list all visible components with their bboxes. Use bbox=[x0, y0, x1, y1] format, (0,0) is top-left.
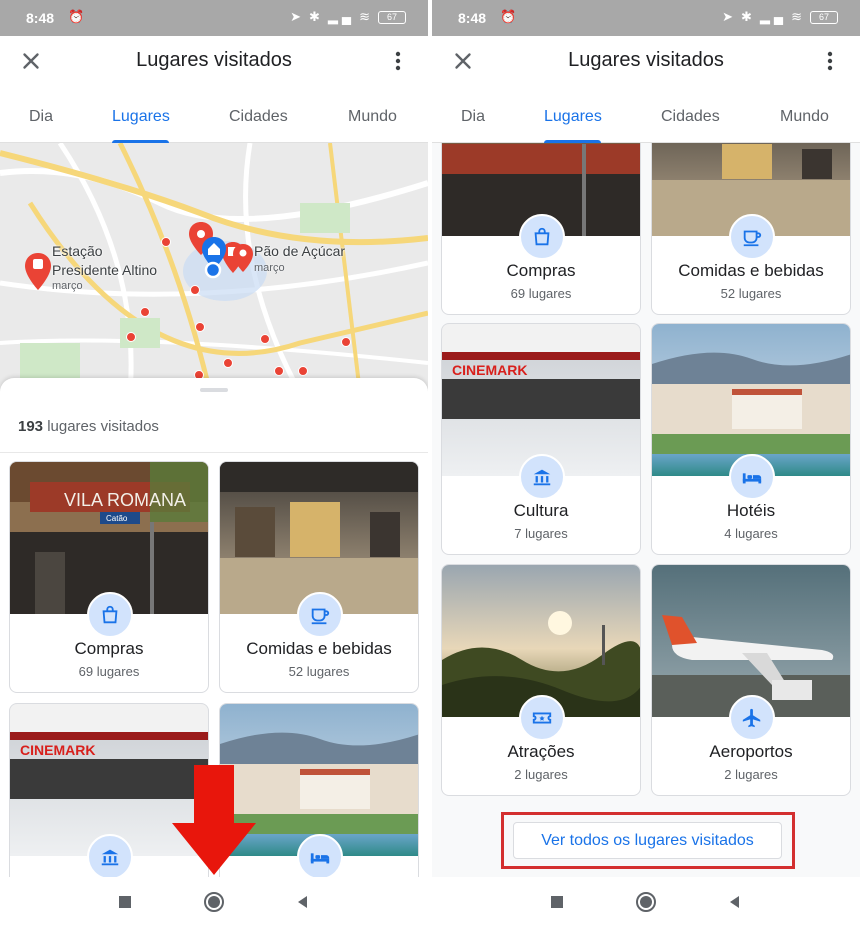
map-label-pao-de-acucar-date: março bbox=[254, 262, 285, 274]
sheet-drag-handle[interactable] bbox=[200, 388, 228, 392]
category-name: Cultura bbox=[513, 501, 569, 520]
airplane-icon bbox=[729, 695, 775, 741]
tab-cidades[interactable]: Cidades bbox=[229, 108, 288, 126]
view-all-visited-button[interactable]: Ver todos os lugares visitados bbox=[513, 822, 782, 859]
category-count: 7 lugares bbox=[514, 526, 568, 541]
category-card-atracoes[interactable]: Atrações 2 lugares bbox=[441, 564, 641, 796]
highlight-annotation: Ver todos os lugares visitados bbox=[501, 812, 795, 869]
places-count-suffix: lugares visitados bbox=[43, 418, 159, 435]
map-label-estacao-line2: Presidente Altino bbox=[52, 262, 158, 278]
category-name: Comidas e bebidas bbox=[678, 261, 824, 280]
category-card-hoteis[interactable]: Hotéis 4 lugares bbox=[651, 323, 851, 555]
alarm-icon: ⏰ bbox=[68, 9, 85, 24]
bluetooth-icon: ✱ bbox=[308, 9, 324, 24]
category-count: 2 lugares bbox=[514, 767, 568, 782]
back-icon[interactable] bbox=[292, 891, 314, 913]
category-card-comidas[interactable]: Comidas e bebidas 52 lugares bbox=[219, 461, 419, 693]
tab-lugares[interactable]: Lugares bbox=[544, 108, 602, 126]
system-nav-bar bbox=[432, 877, 860, 927]
categories-list[interactable]: Compras 69 lugares Comidas e bebidas 52 … bbox=[432, 143, 860, 877]
coffee-cup-icon bbox=[297, 592, 343, 638]
places-map[interactable]: Estação Presidente Altino março Pão de A… bbox=[0, 143, 428, 393]
map-label-pao-de-acucar: Pão de Açúcar bbox=[254, 243, 346, 259]
category-card-compras[interactable]: Compras 69 lugares bbox=[441, 143, 641, 315]
category-count: 52 lugares bbox=[288, 664, 350, 679]
tab-mundo[interactable]: Mundo bbox=[348, 108, 397, 126]
status-time: 8:48 bbox=[26, 10, 55, 26]
battery-icon: 67 bbox=[378, 10, 406, 24]
category-count: 69 lugares bbox=[510, 286, 572, 301]
signal-icon: ▂▄ bbox=[759, 9, 788, 24]
vila-romana-sign: VILA ROMANA bbox=[64, 490, 186, 510]
cinemark-sign: CINEMARK bbox=[452, 362, 527, 378]
recents-icon[interactable] bbox=[546, 891, 568, 913]
battery-icon: 67 bbox=[810, 10, 838, 24]
wifi-icon: ≋ bbox=[791, 9, 806, 24]
wifi-icon: ≋ bbox=[359, 9, 374, 24]
ticket-icon bbox=[519, 695, 565, 741]
cinemark-sign: CINEMARK bbox=[20, 742, 95, 758]
museum-icon bbox=[519, 454, 565, 500]
signal-icon: ▂▄ bbox=[327, 9, 356, 24]
category-card-comidas[interactable]: Comidas e bebidas 52 lugares bbox=[651, 143, 851, 315]
app-bar: Lugares visitados bbox=[0, 36, 428, 86]
page-title: Lugares visitados bbox=[136, 49, 292, 71]
category-name: Hotéis bbox=[726, 501, 776, 520]
category-count: 52 lugares bbox=[720, 286, 782, 301]
category-name: Compras bbox=[74, 639, 144, 658]
tab-bar: Dia Lugares Cidades Mundo bbox=[0, 86, 428, 143]
category-card-aeroportos[interactable]: Aeroportos 2 lugares bbox=[651, 564, 851, 796]
bed-icon bbox=[297, 834, 343, 877]
alarm-icon: ⏰ bbox=[500, 9, 517, 24]
page-title: Lugares visitados bbox=[568, 49, 724, 71]
bed-icon bbox=[729, 454, 775, 500]
left-phone-screen: 8:48 ⏰ ➤ ✱ ▂▄ ≋ 67 Lugares visitados Dia… bbox=[0, 0, 428, 927]
museum-icon bbox=[87, 834, 133, 877]
shopping-bag-icon bbox=[519, 214, 565, 260]
tab-cidades[interactable]: Cidades bbox=[661, 108, 720, 126]
red-arrow-annotation bbox=[172, 765, 256, 875]
category-card-cultura[interactable]: CINEMARK Cultura 7 lugares bbox=[441, 323, 641, 555]
category-name: Atrações bbox=[507, 742, 575, 761]
map-label-estacao-date: março bbox=[52, 280, 83, 292]
tab-lugares[interactable]: Lugares bbox=[112, 108, 170, 126]
tab-bar: Dia Lugares Cidades Mundo bbox=[432, 86, 860, 143]
category-count: 2 lugares bbox=[724, 767, 778, 782]
recents-icon[interactable] bbox=[114, 891, 136, 913]
category-count: 69 lugares bbox=[78, 664, 140, 679]
home-icon[interactable] bbox=[203, 891, 225, 913]
category-name: Compras bbox=[506, 261, 576, 280]
places-count: 193 lugares visitados bbox=[18, 418, 159, 435]
system-nav-bar bbox=[0, 877, 428, 927]
category-count: 4 lugares bbox=[724, 526, 778, 541]
shopping-bag-icon bbox=[87, 592, 133, 638]
back-icon[interactable] bbox=[724, 891, 746, 913]
status-time: 8:48 bbox=[458, 10, 487, 26]
tab-dia[interactable]: Dia bbox=[461, 108, 485, 126]
more-vert-icon[interactable] bbox=[818, 48, 842, 74]
right-phone-screen: 8:48 ⏰ ➤ ✱ ▂▄ ≋ 67 Lugares visitados Dia… bbox=[432, 0, 860, 927]
bluetooth-icon: ✱ bbox=[740, 9, 756, 24]
tab-dia[interactable]: Dia bbox=[29, 108, 53, 126]
map-label-estacao: Estação bbox=[52, 243, 103, 259]
category-card-compras[interactable]: VILA ROMANA Catão Compras 69 lugares bbox=[9, 461, 209, 693]
status-bar: 8:48 ⏰ ➤ ✱ ▂▄ ≋ 67 bbox=[0, 0, 428, 36]
home-icon[interactable] bbox=[635, 891, 657, 913]
category-name: Aeroportos bbox=[709, 742, 793, 761]
more-vert-icon[interactable] bbox=[386, 48, 410, 74]
location-icon: ➤ bbox=[290, 9, 305, 24]
location-icon: ➤ bbox=[722, 9, 737, 24]
places-count-number: 193 bbox=[18, 418, 44, 435]
category-name: Comidas e bebidas bbox=[246, 639, 392, 658]
coffee-cup-icon bbox=[729, 214, 775, 260]
divider bbox=[0, 452, 428, 453]
catao-sign: Catão bbox=[106, 514, 128, 523]
app-bar: Lugares visitados bbox=[432, 36, 860, 86]
status-bar: 8:48 ⏰ ➤ ✱ ▂▄ ≋ 67 bbox=[432, 0, 860, 36]
tab-mundo[interactable]: Mundo bbox=[780, 108, 829, 126]
